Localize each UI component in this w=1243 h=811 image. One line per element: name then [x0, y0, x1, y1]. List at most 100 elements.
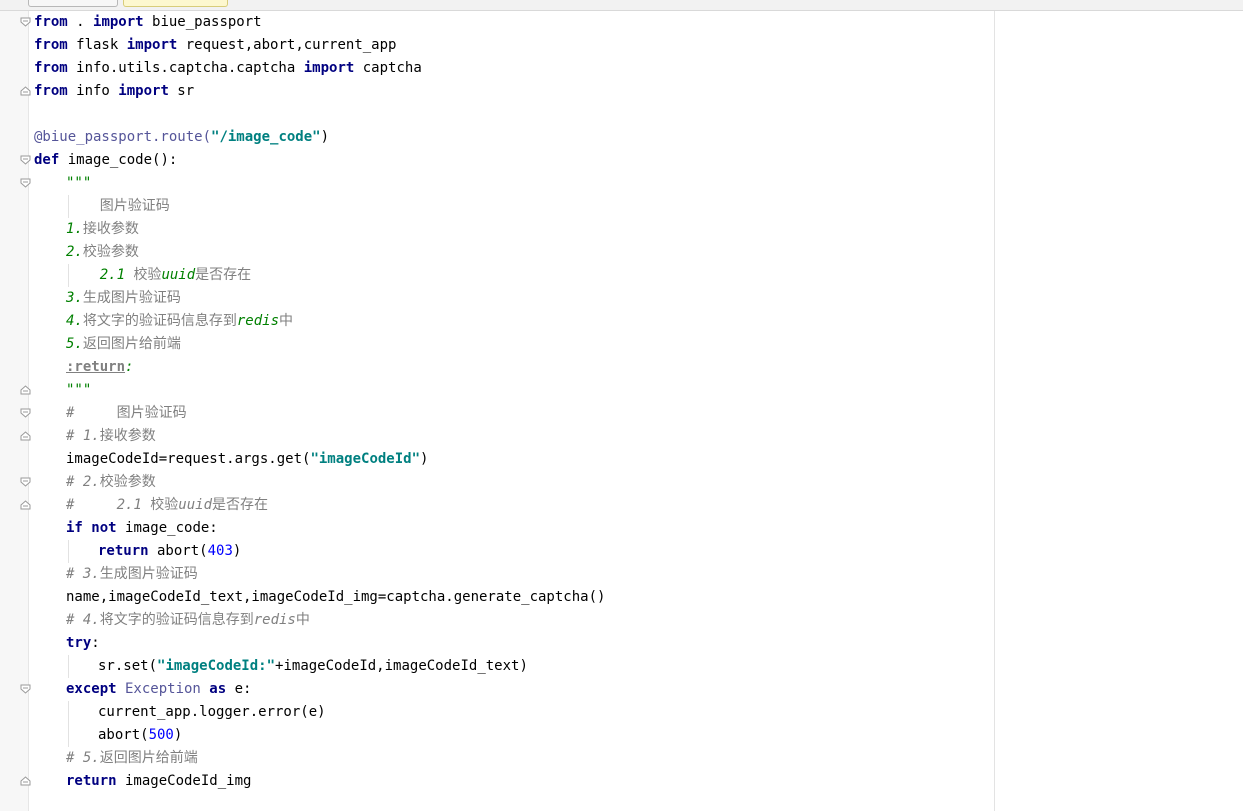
code-line[interactable] — [0, 103, 990, 126]
code-token: 返回图片给前端 — [99, 750, 198, 766]
code-line[interactable]: @biue_passport.route("/image_code") — [0, 126, 990, 149]
code-token: name,imageCodeId_text,imageCodeId_img=ca… — [66, 589, 606, 605]
code-text: # 3.生成图片验证码 — [66, 563, 198, 586]
code-line[interactable]: 1.接收参数 — [0, 218, 990, 241]
code-token: uuid — [178, 497, 213, 513]
fold-end-icon[interactable] — [20, 500, 32, 510]
code-token: ) — [420, 451, 429, 467]
code-text: 4.将文字的验证码信息存到redis中 — [66, 310, 293, 333]
code-editor[interactable]: from . import biue_passport from flask im… — [0, 11, 990, 793]
code-token: """ — [66, 382, 92, 398]
code-line[interactable]: # 图片验证码 — [0, 402, 990, 425]
code-line[interactable]: """ — [0, 172, 990, 195]
code-token: 中 — [279, 313, 294, 329]
code-token: flask — [67, 37, 127, 53]
editor-tab[interactable] — [28, 0, 118, 7]
code-token: """ — [66, 175, 92, 191]
code-line[interactable]: if not image_code: — [0, 517, 990, 540]
code-line[interactable]: try: — [0, 632, 990, 655]
code-token: 生成图片验证码 — [82, 290, 181, 306]
code-line[interactable]: 2.校验参数 — [0, 241, 990, 264]
code-token: 校验参数 — [99, 474, 156, 490]
code-line[interactable]: 3.生成图片验证码 — [0, 287, 990, 310]
code-token: 5. — [66, 336, 83, 352]
code-text: current_app.logger.error(e) — [98, 701, 326, 724]
code-line[interactable]: return imageCodeId_img — [0, 770, 990, 793]
fold-start-icon[interactable] — [20, 155, 32, 165]
code-line[interactable]: except Exception as e: — [0, 678, 990, 701]
code-token: sr — [168, 83, 195, 99]
code-line[interactable]: # 2.校验参数 — [0, 471, 990, 494]
code-token: import — [303, 60, 355, 76]
code-line[interactable]: 4.将文字的验证码信息存到redis中 — [0, 310, 990, 333]
code-line[interactable]: 2.1 校验uuid是否存在 — [0, 264, 990, 287]
code-token: not — [91, 520, 117, 536]
code-line[interactable]: name,imageCodeId_text,imageCodeId_img=ca… — [0, 586, 990, 609]
code-line[interactable]: from flask import request,abort,current_… — [0, 34, 990, 57]
code-token: 接收参数 — [82, 221, 139, 237]
code-token: try — [66, 635, 92, 651]
code-text: 图片验证码 — [66, 195, 170, 218]
code-token: "imageCodeId" — [310, 451, 421, 467]
code-token: . — [67, 14, 94, 30]
code-line[interactable]: # 2.1 校验uuid是否存在 — [0, 494, 990, 517]
code-token: image_code: — [116, 520, 218, 536]
code-token: return — [98, 543, 149, 559]
code-token: e: — [226, 681, 252, 697]
code-line[interactable]: # 1.接收参数 — [0, 425, 990, 448]
fold-end-icon[interactable] — [20, 431, 32, 441]
code-text: 5.返回图片给前端 — [66, 333, 181, 356]
fold-start-icon[interactable] — [20, 178, 32, 188]
code-token: from — [34, 14, 68, 30]
code-token: 1. — [66, 221, 83, 237]
code-text: from flask import request,abort,current_… — [34, 34, 396, 57]
code-text: abort(500) — [98, 724, 182, 747]
code-text: try: — [66, 632, 100, 655]
code-text: from info import sr — [34, 80, 194, 103]
code-token: from — [34, 83, 68, 99]
code-token: # 3. — [66, 566, 100, 582]
code-token: return — [66, 773, 117, 789]
code-line[interactable]: # 3.生成图片验证码 — [0, 563, 990, 586]
code-token: 403 — [207, 543, 233, 559]
code-line[interactable]: from info import sr — [0, 80, 990, 103]
fold-end-icon[interactable] — [20, 776, 32, 786]
code-text: # 5.返回图片给前端 — [66, 747, 198, 770]
code-token: # 4. — [66, 612, 100, 628]
code-text: # 2.1 校验uuid是否存在 — [66, 494, 268, 517]
code-line[interactable]: imageCodeId=request.args.get("imageCodeI… — [0, 448, 990, 471]
code-token: biue_passport — [143, 14, 262, 30]
editor-tab-active[interactable] — [123, 0, 228, 7]
code-line[interactable]: :return: — [0, 356, 990, 379]
fold-end-icon[interactable] — [20, 385, 32, 395]
fold-start-icon[interactable] — [20, 684, 32, 694]
code-line[interactable]: 5.返回图片给前端 — [0, 333, 990, 356]
code-token: # 2. — [66, 474, 100, 490]
fold-start-icon[interactable] — [20, 17, 32, 27]
code-line[interactable]: current_app.logger.error(e) — [0, 701, 990, 724]
code-token: 校验 — [133, 267, 162, 283]
code-line[interactable]: def image_code(): — [0, 149, 990, 172]
code-token: 校验 — [150, 497, 179, 513]
code-text: 2.1 校验uuid是否存在 — [66, 264, 251, 287]
indent-guide — [68, 724, 69, 747]
code-token: 生成图片验证码 — [99, 566, 198, 582]
fold-end-icon[interactable] — [20, 86, 32, 96]
code-line[interactable]: sr.set("imageCodeId:"+imageCodeId,imageC… — [0, 655, 990, 678]
code-line[interactable]: # 5.返回图片给前端 — [0, 747, 990, 770]
code-line[interactable]: abort(500) — [0, 724, 990, 747]
fold-start-icon[interactable] — [20, 477, 32, 487]
fold-start-icon[interactable] — [20, 408, 32, 418]
code-token: 2.1 — [66, 267, 134, 283]
code-line[interactable]: from info.utils.captcha.captcha import c… — [0, 57, 990, 80]
code-line[interactable]: from . import biue_passport — [0, 11, 990, 34]
editor-tab-bar — [0, 0, 1243, 11]
code-token: except — [66, 681, 117, 697]
code-text: if not image_code: — [66, 517, 218, 540]
code-text: from . import biue_passport — [34, 11, 262, 34]
code-line[interactable]: # 4.将文字的验证码信息存到redis中 — [0, 609, 990, 632]
code-line[interactable]: """ — [0, 379, 990, 402]
code-line[interactable]: return abort(403) — [0, 540, 990, 563]
code-token: imageCodeId_img — [116, 773, 252, 789]
code-line[interactable]: 图片验证码 — [0, 195, 990, 218]
